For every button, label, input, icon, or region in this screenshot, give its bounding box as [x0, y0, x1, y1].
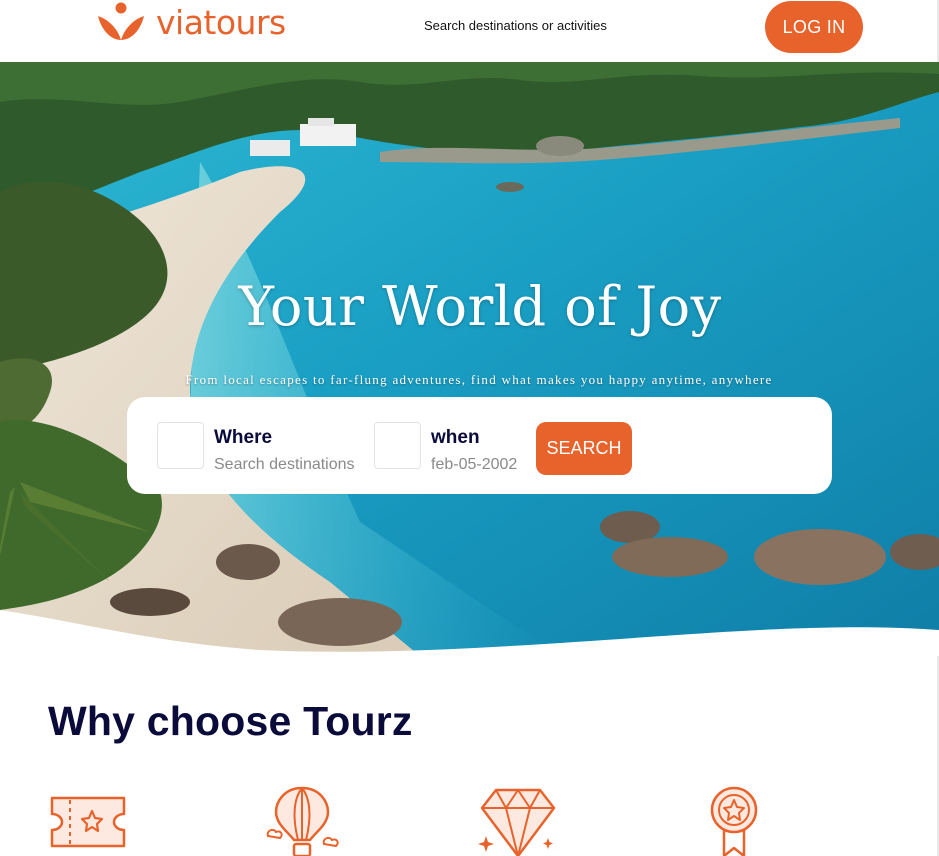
logo-icon	[98, 2, 144, 40]
hero-title: Your World of Joy	[238, 275, 722, 338]
diamond-icon	[478, 788, 556, 856]
hero-section: Your World of Joy From local escapes to …	[0, 62, 939, 656]
ticket-icon	[50, 796, 126, 848]
when-date-input[interactable]: feb-05-2002	[431, 456, 517, 474]
hero-background-image	[0, 62, 939, 656]
login-button[interactable]: LOG IN	[765, 1, 863, 53]
when-label: when	[431, 427, 480, 448]
logo-text: viatours	[156, 2, 286, 42]
why-section-title: Why choose Tourz	[48, 698, 413, 744]
calendar-icon	[374, 422, 421, 469]
site-logo[interactable]: viatours	[96, 2, 286, 42]
location-icon	[157, 422, 204, 469]
where-label: Where	[214, 427, 273, 448]
header-search-input[interactable]: Search destinations or activities	[424, 18, 607, 33]
site-header: viatours Search destinations or activiti…	[0, 0, 939, 62]
search-button[interactable]: SEARCH	[536, 422, 632, 475]
award-medal-icon	[710, 786, 758, 856]
hot-air-balloon-icon	[266, 786, 339, 856]
search-card: Where Search destinations when feb-05-20…	[127, 397, 832, 494]
hero-subtitle: From local escapes to far-flung adventur…	[185, 372, 773, 387]
where-input[interactable]: Search destinations	[214, 456, 355, 474]
